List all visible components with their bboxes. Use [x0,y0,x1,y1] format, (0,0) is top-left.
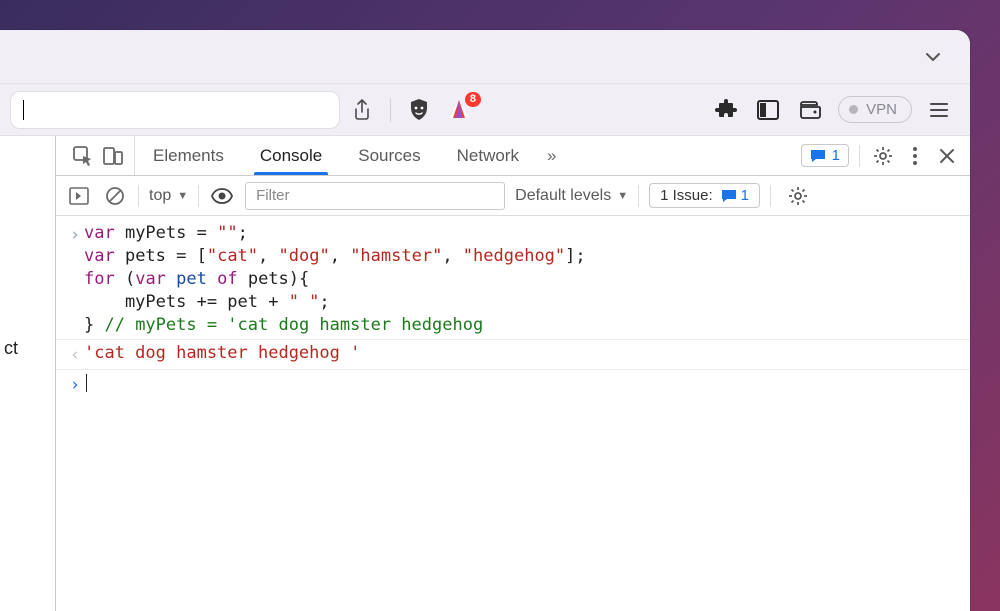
separator [770,185,771,207]
console-filter-input[interactable] [245,182,505,210]
address-bar[interactable] [10,91,340,129]
tab-strip [0,30,970,84]
content-row: ct Elements Console Sources Network [0,136,970,611]
share-icon[interactable] [348,96,376,124]
issues-label: 1 Issue: [660,187,713,204]
brave-badge: 8 [465,92,481,107]
address-actions: 8 [348,96,473,124]
console-sidebar-toggle-icon[interactable] [66,183,92,209]
devtools-kebab-icon[interactable] [902,143,928,169]
context-label: top [149,187,171,205]
devtools-tabbar: Elements Console Sources Network » 1 [56,136,970,176]
tabs-overflow-button[interactable]: » [537,136,566,175]
vpn-status-dot [849,105,858,114]
brave-shield-icon[interactable] [405,96,433,124]
device-toggle-icon[interactable] [100,143,126,169]
console-output: › var myPets = ""; var pets = ["cat", "d… [56,216,970,611]
input-prompt-icon: › [70,224,80,247]
console-prompt[interactable]: › [56,369,970,399]
live-expression-icon[interactable] [209,183,235,209]
inspect-element-icon[interactable] [70,143,96,169]
separator [138,185,139,207]
live-prompt-icon: › [70,374,80,397]
devtools-tabs: Elements Console Sources Network » [134,136,566,175]
result-value: 'cat dog hamster hedgehog ' [84,342,360,365]
issues-count: 1 [741,187,749,204]
vpn-label: VPN [866,101,897,118]
tab-elements[interactable]: Elements [135,136,242,175]
separator [638,185,639,207]
console-toolbar: top ▼ Default levels ▼ 1 Issue: [56,176,970,216]
context-selector[interactable]: top ▼ [149,187,188,205]
console-result[interactable]: ‹ 'cat dog hamster hedgehog ' [56,339,970,369]
page-text-fragment: ct [4,338,18,358]
output-prompt-icon: ‹ [70,344,80,367]
console-messages-badge[interactable]: 1 [801,144,849,167]
address-cursor [23,100,24,120]
vpn-button[interactable]: VPN [838,96,912,123]
page-content-fragment: ct [0,136,56,611]
code-block: var myPets = ""; var pets = ["cat", "dog… [84,222,586,337]
wallet-icon[interactable] [796,96,824,124]
devtools-close-icon[interactable] [934,143,960,169]
log-levels-selector[interactable]: Default levels ▼ [515,187,628,205]
separator [198,185,199,207]
separator [859,145,860,167]
prompt-input[interactable] [84,372,87,395]
tab-sources[interactable]: Sources [340,136,438,175]
tab-network[interactable]: Network [439,136,537,175]
dropdown-caret-icon: ▼ [617,190,628,202]
browser-window: 8 VPN ct [0,30,970,611]
messages-count: 1 [832,147,840,164]
clear-console-icon[interactable] [102,183,128,209]
main-menu-button[interactable] [926,99,952,121]
sidebar-toggle-icon[interactable] [754,96,782,124]
toolbar-right: VPN [712,96,960,124]
extensions-icon[interactable] [712,96,740,124]
devtools-panel: Elements Console Sources Network » 1 [56,136,970,611]
issues-badge[interactable]: 1 Issue: 1 [649,183,760,208]
brave-rewards-icon[interactable]: 8 [445,96,473,124]
browser-toolbar: 8 VPN [0,84,970,136]
dropdown-caret-icon: ▼ [177,190,188,202]
separator [390,98,391,122]
console-entry[interactable]: › var myPets = ""; var pets = ["cat", "d… [56,220,970,339]
tab-console[interactable]: Console [242,136,340,175]
console-settings-icon[interactable] [785,183,811,209]
levels-label: Default levels [515,187,611,205]
devtools-settings-icon[interactable] [870,143,896,169]
tabs-dropdown-button[interactable] [918,42,948,72]
